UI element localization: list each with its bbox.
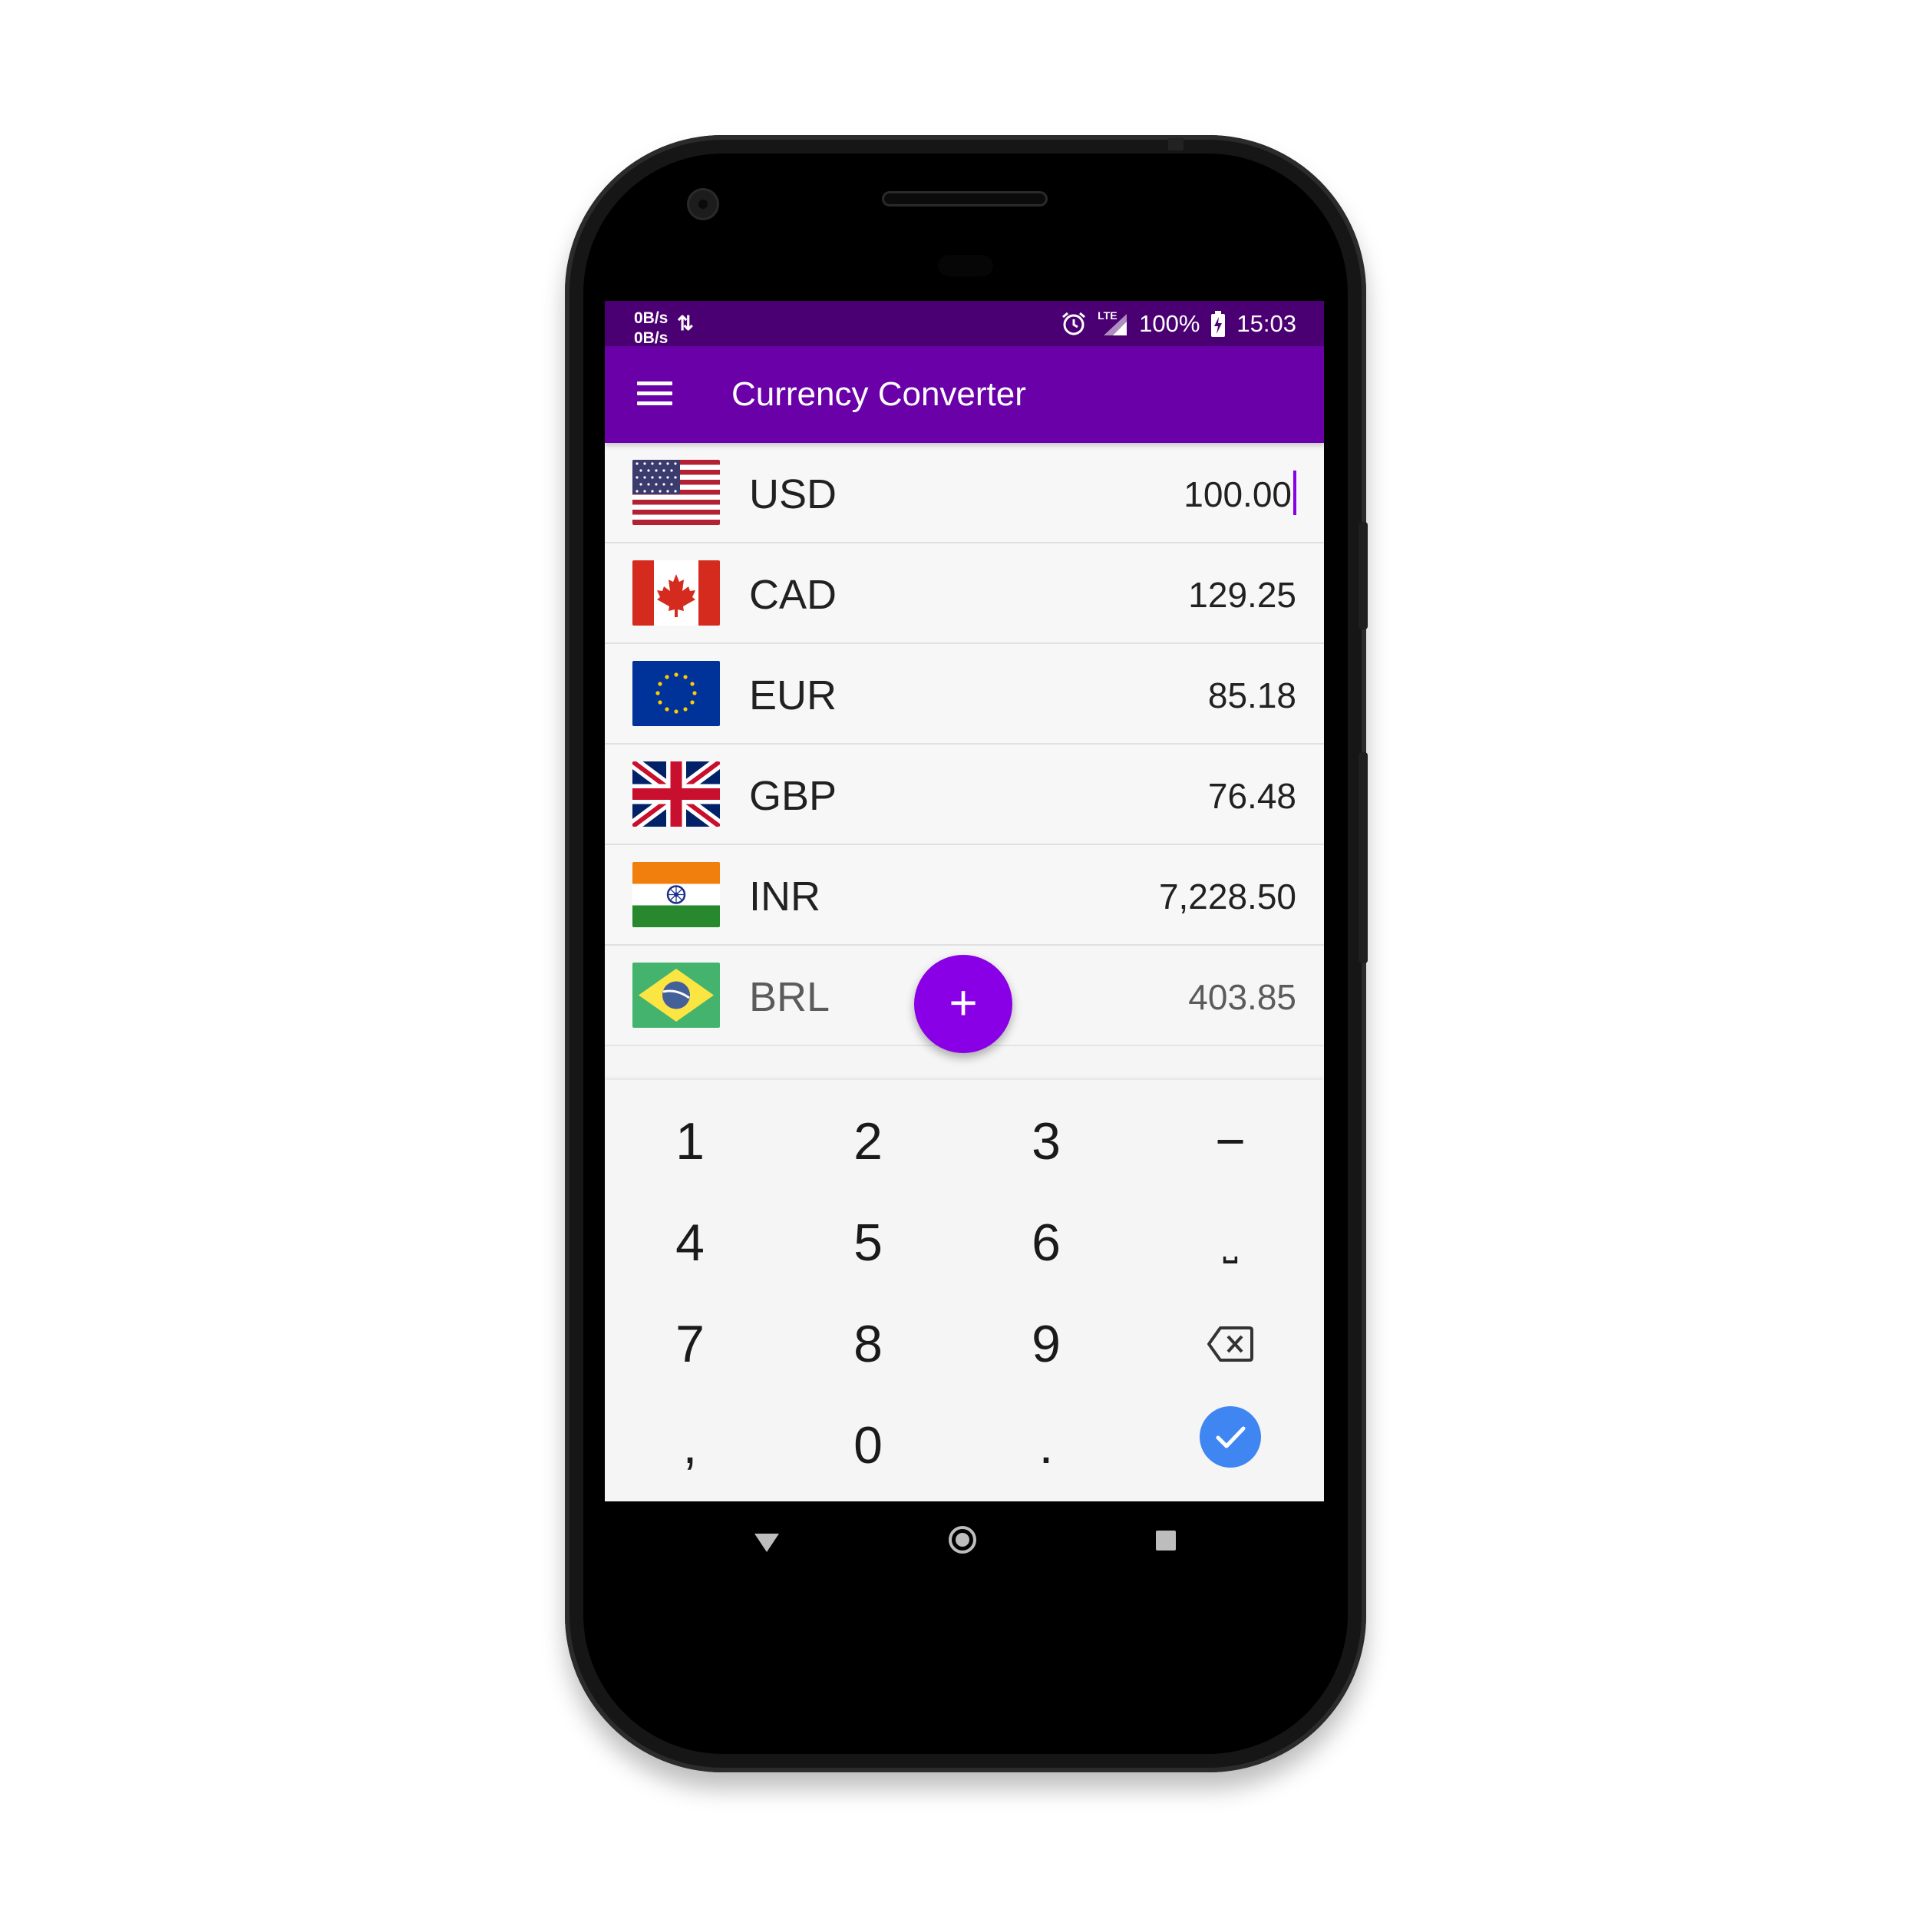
uk-flag-icon [632,761,720,827]
backspace-icon [1207,1326,1253,1362]
canada-flag-icon [632,560,720,626]
front-camera [689,190,717,218]
currency-amount[interactable]: 7,228.50 [1159,876,1296,917]
battery-percent: 100% [1139,309,1200,337]
volume-button [1359,752,1368,963]
india-flag-icon [632,862,720,927]
key-1[interactable]: 1 [632,1095,748,1187]
phone-top-nub [1168,138,1184,150]
key-space[interactable]: ⎵ [1173,1197,1288,1289]
recents-square-icon[interactable] [1156,1531,1176,1551]
enter-button[interactable] [1200,1406,1261,1468]
eu-flag-icon [632,661,720,726]
key-2[interactable]: 2 [810,1095,926,1187]
currency-code: GBP [749,773,837,819]
key-7[interactable]: 7 [632,1298,748,1390]
us-flag-icon [632,460,720,525]
status-bar: 0B/s 0B/s ⇅ LTE 100% 15:03 [605,301,1324,348]
alarm-icon [1062,312,1086,335]
currency-code: BRL [749,974,830,1020]
status-icons: LTE 100% 15:03 [1061,301,1296,346]
currency-row-usd[interactable]: USD 100.00 [605,443,1324,543]
key-0[interactable]: 0 [810,1399,926,1491]
currency-code: CAD [749,572,837,618]
key-comma[interactable]: , [632,1399,748,1491]
backspace-key[interactable] [1173,1298,1288,1390]
net-up-speed: 0B/s [634,309,669,327]
key-period[interactable]: . [989,1399,1104,1491]
currency-amount[interactable]: 403.85 [1188,976,1296,1018]
key-8[interactable]: 8 [810,1298,926,1390]
currency-amount[interactable]: 76.48 [1208,775,1296,817]
key-minus[interactable]: − [1173,1095,1288,1187]
currency-code: USD [749,471,837,517]
currency-amount-input[interactable]: 100.00 [1184,474,1292,515]
currency-row-cad[interactable]: CAD 129.25 [605,543,1324,644]
phone-screen: 0B/s 0B/s ⇅ LTE 100% 15:03 Currency Conv… [605,301,1324,1501]
app-title: Currency Converter [731,375,1026,413]
check-icon [1216,1426,1246,1448]
currency-code: INR [749,874,820,920]
text-cursor [1293,471,1296,515]
hamburger-menu-icon[interactable] [637,381,672,408]
key-6[interactable]: 6 [989,1197,1104,1289]
currency-row-inr[interactable]: INR 7,228.50 [605,845,1324,946]
data-transfer-icon: ⇅ [677,312,694,335]
currency-amount[interactable]: 129.25 [1188,574,1296,616]
key-9[interactable]: 9 [989,1298,1104,1390]
currency-row-gbp[interactable]: GBP 76.48 [605,745,1324,845]
brazil-flag-icon [632,963,720,1028]
back-triangle-icon[interactable] [754,1534,779,1552]
clock-time: 15:03 [1236,309,1296,337]
app-bar: Currency Converter [605,346,1324,443]
lte-signal-icon: LTE [1098,309,1128,337]
system-nav-bar [605,1501,1324,1583]
currency-amount[interactable]: 85.18 [1208,675,1296,716]
key-4[interactable]: 4 [632,1197,748,1289]
proximity-sensor [938,255,993,276]
power-button [1359,522,1368,629]
earpiece-speaker [884,193,1045,204]
battery-charging-icon [1211,310,1226,337]
currency-code: EUR [749,672,837,718]
currency-row-eur[interactable]: EUR 85.18 [605,644,1324,745]
numeric-keypad: 1 2 3 − 4 5 6 ⎵ 7 8 9 , 0 . [605,1080,1324,1501]
home-circle-icon[interactable] [949,1526,976,1554]
key-3[interactable]: 3 [989,1095,1104,1187]
add-currency-button[interactable]: + [914,955,1012,1053]
key-5[interactable]: 5 [810,1197,926,1289]
network-speed: 0B/s 0B/s [634,309,668,348]
